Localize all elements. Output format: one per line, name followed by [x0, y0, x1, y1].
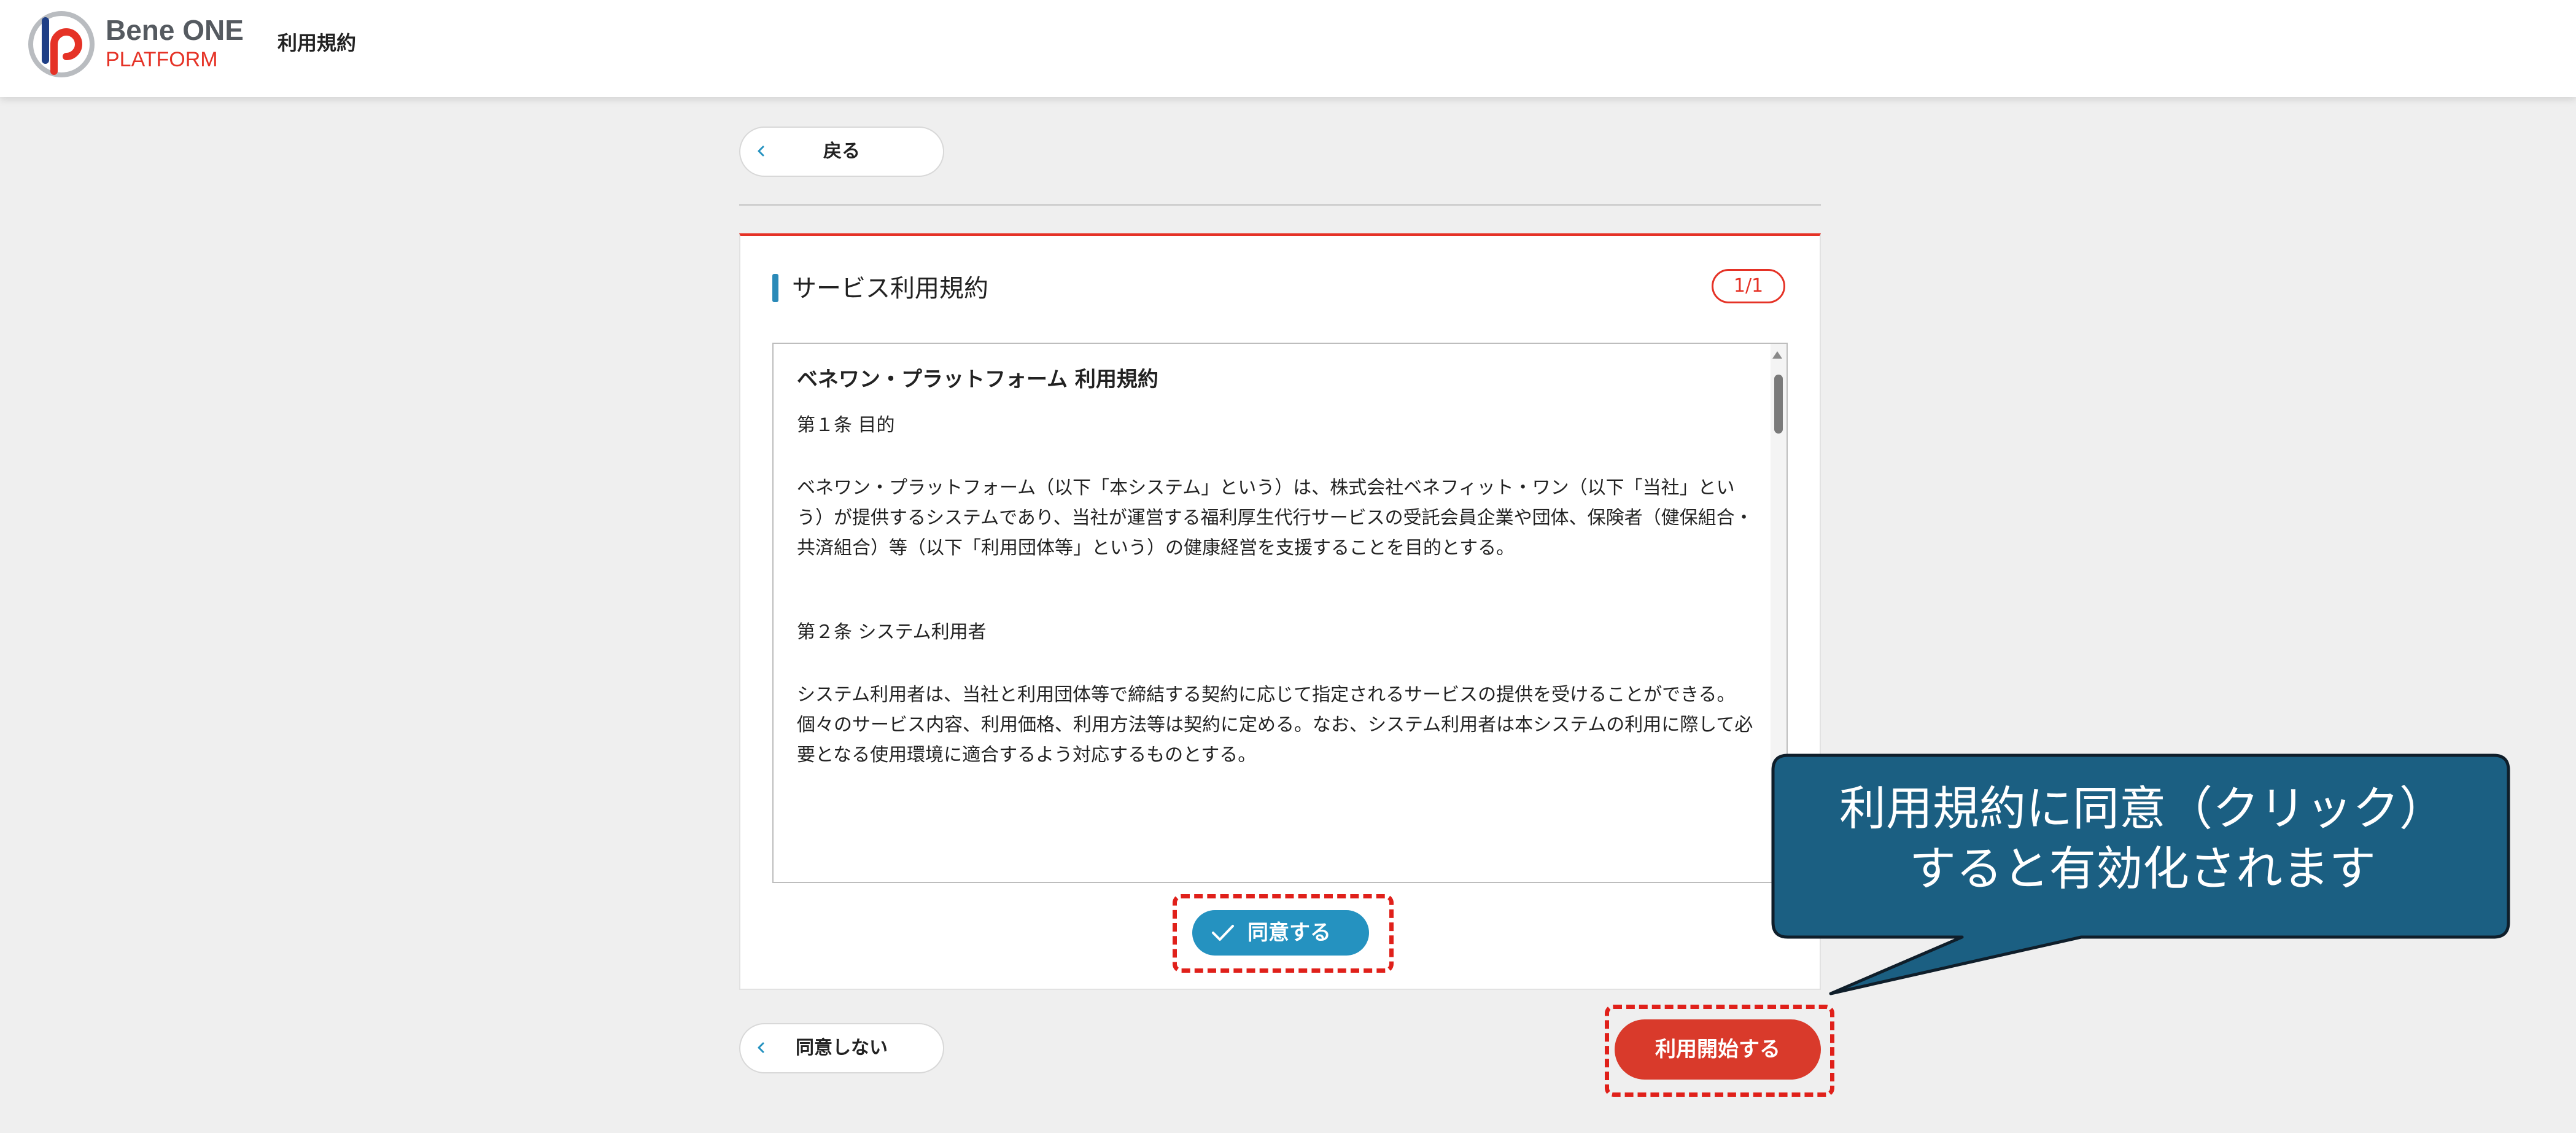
divider — [739, 204, 1821, 206]
terms-scroll-box[interactable]: ベネワン・プラットフォーム 利用規約 第１条 目的 ベネワン・プラットフォーム（… — [772, 343, 1788, 883]
card-title-accent — [772, 274, 778, 302]
logo-brand-sub: PLATFORM — [106, 48, 218, 71]
page-title: 利用規約 — [277, 31, 357, 55]
start-button-label: 利用開始する — [1655, 1037, 1780, 1062]
callout-text: 利用規約に同意（クリック） すると有効化されます — [1839, 781, 2446, 896]
terms-heading: ベネワン・プラットフォーム 利用規約 — [797, 367, 1158, 392]
scrollbar-thumb[interactable] — [1774, 375, 1783, 434]
disagree-button[interactable]: 同意しない — [739, 1023, 944, 1073]
article-title: 第１条 目的 — [797, 415, 895, 436]
start-using-button[interactable]: 利用開始する — [1615, 1019, 1821, 1080]
check-icon — [1212, 925, 1234, 941]
article-body: システム利用者は、当社と利用団体等で締結する契約に応じて指定されるサービスの提供… — [797, 684, 1753, 766]
back-button-label: 戻る — [823, 141, 860, 162]
article-body: ベネワン・プラットフォーム（以下「本システム」という）は、株式会社ベネフィット・… — [797, 477, 1753, 559]
page-indicator-badge: 1/1 — [1712, 269, 1785, 303]
app-header: Bene ONE PLATFORM 利用規約 — [0, 0, 2576, 97]
logo-brand-name: Bene ONE — [106, 14, 244, 46]
scroll-up-arrow-icon[interactable] — [1772, 351, 1782, 359]
card-title: サービス利用規約 — [792, 274, 988, 303]
article-title: 第２条 システム利用者 — [797, 621, 987, 643]
back-button[interactable]: 戻る — [739, 127, 944, 177]
agree-button-label: 同意する — [1247, 921, 1331, 945]
terms-content: ベネワン・プラットフォーム 利用規約 第１条 目的 ベネワン・プラットフォーム（… — [797, 367, 1755, 829]
bene-one-logo-icon — [28, 11, 95, 77]
agree-button[interactable]: 同意する — [1192, 910, 1369, 956]
disagree-button-label: 同意しない — [796, 1037, 888, 1059]
